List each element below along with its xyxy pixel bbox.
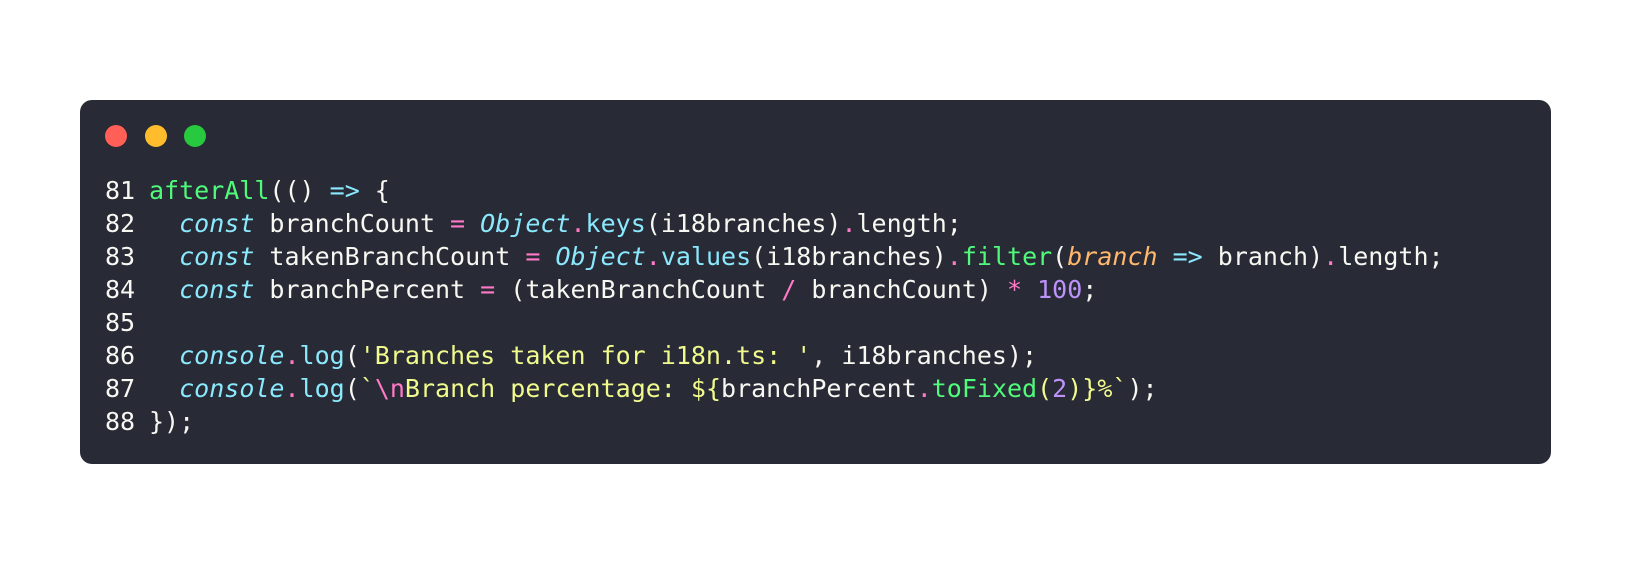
code-token: . (916, 374, 932, 403)
code-token: toFixed (931, 374, 1038, 403)
code-token: = (525, 242, 541, 271)
code-token: ; (1082, 275, 1098, 304)
code-token: keys (585, 209, 646, 238)
code-token: ( (1052, 242, 1068, 271)
code-token: . (841, 209, 857, 238)
line-number: 81 (105, 176, 136, 205)
code-token: branchCount) (796, 275, 1007, 304)
code-token: console (179, 341, 285, 370)
line-number: 88 (105, 407, 136, 436)
code-token: log (299, 341, 345, 370)
code-window: 81 afterAll(() => {82 const branchCount =… (80, 100, 1551, 464)
code-token: const (179, 242, 255, 271)
code-token: const (179, 275, 255, 304)
code-token: ( (344, 341, 360, 370)
line-number: 84 (105, 275, 136, 304)
code-token: 2 (1052, 374, 1068, 403)
code-token: , i18branches); (811, 341, 1038, 370)
code-token: branchPercent (721, 374, 917, 403)
code-token: console (179, 374, 285, 403)
line-number: 82 (105, 209, 136, 238)
code-token: { (359, 176, 390, 205)
code-token: = (480, 275, 496, 304)
code-token: => (1172, 242, 1203, 271)
code-token: . (1323, 242, 1339, 271)
code-token: afterAll (149, 176, 270, 205)
code-token: Branch percentage: (404, 374, 691, 403)
code-token: (takenBranchCount (495, 275, 782, 304)
line-number: 86 (105, 341, 136, 370)
code-token: filter (961, 242, 1053, 271)
code-line: 87 console.log(`\nBranch percentage: ${b… (105, 372, 1444, 405)
maximize-dot-icon[interactable] (184, 125, 206, 147)
code-token: Object (555, 242, 646, 271)
line-number: 83 (105, 242, 136, 271)
code-token: branchCount (254, 209, 451, 238)
line-number: 87 (105, 374, 136, 403)
code-token: . (284, 374, 300, 403)
code-token: 'Branches taken for i18n.ts: ' (359, 341, 812, 370)
code-token: (i18branches) (751, 242, 947, 271)
minimize-dot-icon[interactable] (145, 125, 167, 147)
code-token: (() (269, 176, 330, 205)
code-token: . (284, 341, 300, 370)
code-line: 88}); (105, 405, 1444, 438)
code-token: ) (1067, 374, 1083, 403)
code-token: }%` (1082, 374, 1128, 403)
code-token: ( (344, 374, 360, 403)
code-token: (i18branches) (645, 209, 842, 238)
code-token: branch) (1202, 242, 1324, 271)
code-token: = (450, 209, 466, 238)
code-token: . (946, 242, 962, 271)
code-line: 85 (105, 306, 1444, 339)
code-token: const (179, 209, 255, 238)
code-token: . (570, 209, 586, 238)
code-token: \n (374, 374, 405, 403)
code-token: / (781, 275, 797, 304)
code-token: ); (1127, 374, 1158, 403)
code-token: ` (359, 374, 375, 403)
code-token: values (660, 242, 752, 271)
code-token: Object (480, 209, 571, 238)
line-number: 85 (105, 308, 136, 337)
code-token: . (645, 242, 661, 271)
code-token: }); (149, 407, 195, 436)
close-dot-icon[interactable] (105, 125, 127, 147)
code-token: => (329, 176, 360, 205)
code-token: ${ (690, 374, 722, 403)
code-line: 86 console.log('Branches taken for i18n.… (105, 339, 1444, 372)
code-token: * (1006, 275, 1023, 304)
code-token: 100 (1037, 275, 1083, 304)
code-line: 81 afterAll(() => { (105, 174, 1444, 207)
code-line: 83 const takenBranchCount = Object.value… (105, 240, 1444, 273)
code-token: log (299, 374, 345, 403)
code-line: 84 const branchPercent = (takenBranchCou… (105, 273, 1444, 306)
code-token: length; (1338, 242, 1444, 271)
code-token: branch (1067, 242, 1158, 271)
code-token: ( (1037, 374, 1053, 403)
code-token: branchPercent (254, 275, 481, 304)
code-token: length; (856, 209, 962, 238)
code-block: 81 afterAll(() => {82 const branchCount =… (105, 174, 1444, 438)
code-line: 82 const branchCount = Object.keys(i18br… (105, 207, 1444, 240)
code-token: takenBranchCount (254, 242, 526, 271)
